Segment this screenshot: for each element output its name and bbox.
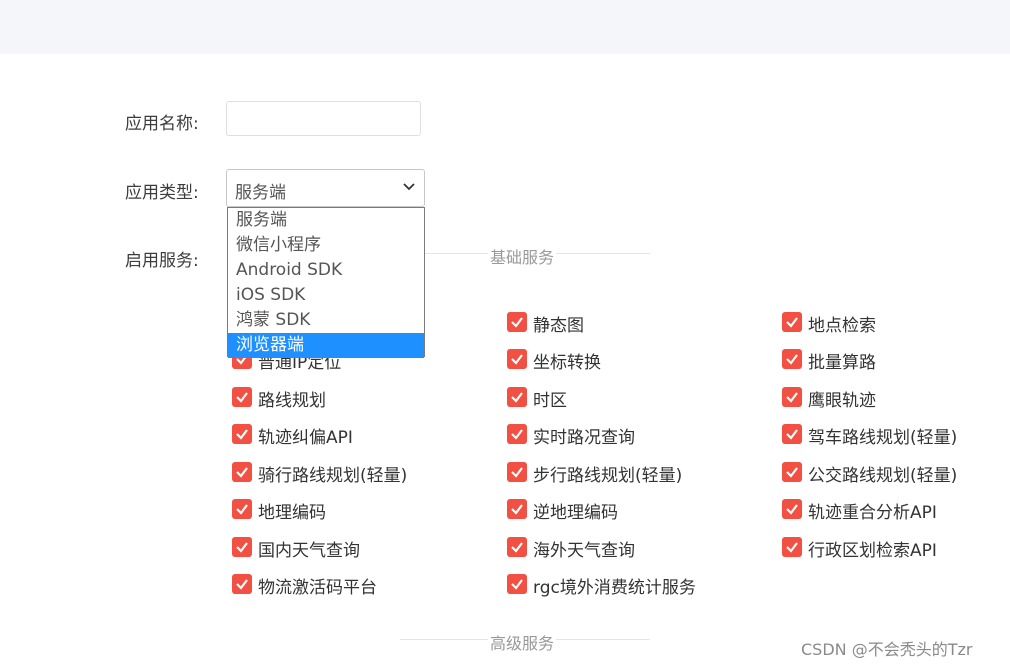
service-label: 步行路线规划(轻量) [533, 466, 683, 486]
dropdown-option[interactable]: 服务端 [228, 208, 424, 233]
service-label: 地点检索 [808, 316, 876, 336]
service-label: 路线规划 [258, 391, 326, 411]
advanced-section-title: 高级服务 [488, 630, 557, 654]
checkmark-icon[interactable] [507, 499, 527, 519]
checkmark-icon[interactable] [232, 574, 252, 594]
checkmark-icon[interactable] [507, 312, 527, 332]
services-label: 启用服务: [125, 251, 199, 271]
service-label: rgc境外消费统计服务 [533, 578, 696, 598]
dropdown-option[interactable]: 鸿蒙 SDK [228, 308, 424, 333]
app-type-selected-value: 服务端 [235, 183, 286, 203]
service-label: 公交路线规划(轻量) [808, 466, 958, 486]
chevron-down-icon [403, 183, 415, 191]
checkmark-icon[interactable] [782, 424, 802, 444]
checkmark-icon[interactable] [507, 424, 527, 444]
app-name-input[interactable] [226, 101, 421, 136]
service-label: 实时路况查询 [533, 428, 635, 448]
checkmark-icon[interactable] [507, 387, 527, 407]
dropdown-option-highlighted[interactable]: 浏览器端 [228, 333, 424, 358]
service-label: 国内天气查询 [258, 541, 360, 561]
checkmark-icon[interactable] [232, 462, 252, 482]
service-label: 时区 [533, 391, 567, 411]
service-label: 鹰眼轨迹 [808, 391, 876, 411]
app-type-label: 应用类型: [125, 183, 199, 203]
checkmark-icon[interactable] [232, 537, 252, 557]
app-type-select[interactable]: 服务端 [226, 169, 425, 207]
checkmark-icon[interactable] [507, 349, 527, 369]
checkmark-icon[interactable] [507, 574, 527, 594]
service-label: 骑行路线规划(轻量) [258, 466, 408, 486]
service-label: 轨迹纠偏API [258, 428, 353, 448]
app-name-label: 应用名称: [125, 114, 199, 134]
checkmark-icon[interactable] [232, 387, 252, 407]
app-type-dropdown: 服务端 微信小程序 Android SDK iOS SDK 鸿蒙 SDK 浏览器… [227, 207, 425, 358]
service-label: 海外天气查询 [533, 541, 635, 561]
service-label: 物流激活码平台 [258, 578, 377, 598]
service-label: 静态图 [533, 316, 584, 336]
dropdown-option[interactable]: 微信小程序 [228, 233, 424, 258]
dropdown-option[interactable]: iOS SDK [228, 283, 424, 308]
service-label: 轨迹重合分析API [808, 503, 937, 523]
checkmark-icon[interactable] [782, 537, 802, 557]
checkmark-icon[interactable] [232, 499, 252, 519]
top-bar [0, 0, 1010, 54]
service-label: 逆地理编码 [533, 503, 618, 523]
basic-section-title: 基础服务 [488, 244, 557, 268]
checkmark-icon[interactable] [782, 312, 802, 332]
checkmark-icon[interactable] [232, 424, 252, 444]
service-label: 批量算路 [808, 353, 876, 373]
checkmark-icon[interactable] [782, 462, 802, 482]
service-label: 地理编码 [258, 503, 326, 523]
service-label: 驾车路线规划(轻量) [808, 428, 958, 448]
watermark: CSDN @不会秃头的Tzr [801, 640, 973, 659]
checkmark-icon[interactable] [507, 537, 527, 557]
dropdown-option[interactable]: Android SDK [228, 258, 424, 283]
service-label: 坐标转换 [533, 353, 601, 373]
checkmark-icon[interactable] [782, 387, 802, 407]
checkmark-icon[interactable] [782, 499, 802, 519]
checkmark-icon[interactable] [507, 462, 527, 482]
service-label: 行政区划检索API [808, 541, 937, 561]
checkmark-icon[interactable] [782, 349, 802, 369]
